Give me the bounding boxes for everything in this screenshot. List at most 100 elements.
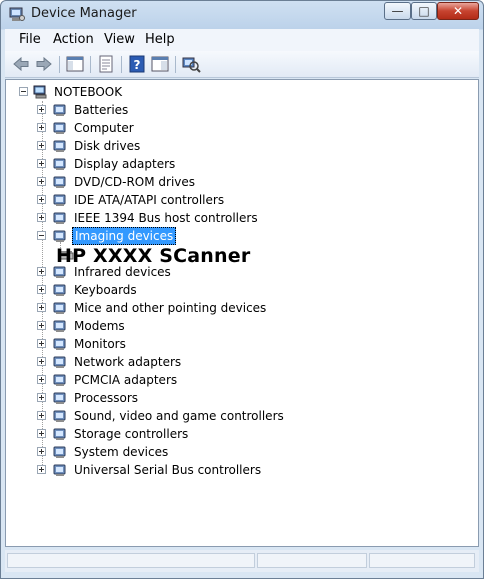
tree-category-batteries[interactable]: Batteries — [6, 101, 306, 119]
expand-toggle[interactable] — [37, 303, 46, 312]
menu-bar: File Action View Help — [5, 29, 479, 51]
tree-category-label: Sound, video and game controllers — [74, 409, 284, 423]
expand-toggle[interactable] — [37, 105, 46, 114]
expand-toggle[interactable] — [37, 213, 46, 222]
tree-category-ide-ata-atapi-controllers[interactable]: IDE ATA/ATAPI controllers — [6, 191, 306, 209]
system-devices-icon — [53, 446, 66, 458]
svg-text:?: ? — [134, 58, 141, 72]
toolbar-separator — [121, 56, 122, 73]
tree-category-label: Network adapters — [74, 355, 182, 369]
expand-toggle[interactable] — [37, 393, 46, 402]
expand-toggle[interactable] — [37, 195, 46, 204]
monitor-icon — [53, 338, 66, 350]
tree-category-label: Batteries — [74, 103, 129, 117]
forward-icon[interactable] — [34, 54, 54, 74]
computer-icon — [53, 122, 66, 134]
disk-drive-icon — [53, 140, 66, 152]
device-manager-icon — [9, 7, 25, 21]
storage-controller-icon — [53, 428, 66, 440]
expand-toggle[interactable] — [37, 159, 46, 168]
close-icon: ✕ — [452, 4, 464, 18]
collapse-toggle[interactable] — [37, 231, 46, 240]
menu-file[interactable]: File — [19, 32, 41, 47]
console-view-icon[interactable] — [150, 54, 170, 74]
tree-category-pcmcia-adapters[interactable]: PCMCIA adapters — [6, 371, 306, 389]
expand-toggle[interactable] — [37, 357, 46, 366]
tree-category-computer[interactable]: Computer — [6, 119, 306, 137]
tree-root-row[interactable]: NOTEBOOK — [6, 83, 206, 101]
usb-icon — [53, 464, 66, 476]
tree-category-label: Keyboards — [74, 283, 137, 297]
menu-view[interactable]: View — [104, 32, 135, 47]
network-adapter-icon — [53, 356, 66, 368]
tree-category-mice-and-other-pointing-devices[interactable]: Mice and other pointing devices — [6, 299, 306, 317]
expand-toggle[interactable] — [37, 267, 46, 276]
tree-category-universal-serial-bus-controllers[interactable]: Universal Serial Bus controllers — [6, 461, 306, 479]
keyboard-icon — [53, 284, 66, 296]
tree-category-disk-drives[interactable]: Disk drives — [6, 137, 306, 155]
tree-category-imaging-devices[interactable]: Imaging devices — [6, 227, 306, 245]
expand-toggle[interactable] — [37, 339, 46, 348]
tree-category-display-adapters[interactable]: Display adapters — [6, 155, 306, 173]
status-pane — [7, 553, 255, 568]
tree-category-modems[interactable]: Modems — [6, 317, 306, 335]
maximize-icon: □ — [418, 4, 430, 18]
tree-category-label: Processors — [74, 391, 139, 405]
tree-category-storage-controllers[interactable]: Storage controllers — [6, 425, 306, 443]
tree-category-label: Computer — [74, 121, 134, 135]
close-button[interactable]: ✕ — [437, 2, 479, 20]
status-pane — [257, 553, 367, 568]
tree-category-label: Universal Serial Bus controllers — [74, 463, 262, 477]
tree-category-label: DVD/CD-ROM drives — [74, 175, 196, 189]
tree-category-network-adapters[interactable]: Network adapters — [6, 353, 306, 371]
collapse-toggle[interactable] — [19, 87, 28, 96]
expand-toggle[interactable] — [37, 141, 46, 150]
speaker-icon — [53, 410, 66, 422]
expand-toggle[interactable] — [37, 321, 46, 330]
expand-toggle[interactable] — [37, 447, 46, 456]
scan-hardware-icon[interactable] — [181, 54, 201, 74]
display-adapter-icon — [53, 158, 66, 170]
expand-toggle[interactable] — [37, 177, 46, 186]
scanner-device-label[interactable]: HP XXXX SCanner — [56, 245, 250, 267]
toolbar-separator — [59, 56, 60, 73]
tree-category-monitors[interactable]: Monitors — [6, 335, 306, 353]
pcmcia-icon — [53, 374, 66, 386]
device-manager-window: Device Manager — □ ✕ File Action View He… — [0, 0, 484, 579]
computer-root-icon — [33, 85, 47, 99]
expand-toggle[interactable] — [37, 375, 46, 384]
toolbar-separator — [175, 56, 176, 73]
expand-toggle[interactable] — [37, 411, 46, 420]
modem-icon — [53, 320, 66, 332]
menu-help[interactable]: Help — [145, 32, 175, 47]
tree-category-processors[interactable]: Processors — [6, 389, 306, 407]
maximize-button[interactable]: □ — [411, 2, 437, 20]
expand-toggle[interactable] — [37, 285, 46, 294]
tree-category-system-devices[interactable]: System devices — [6, 443, 306, 461]
tree-category-keyboards[interactable]: Keyboards — [6, 281, 306, 299]
minimize-button[interactable]: — — [384, 2, 411, 20]
menu-action[interactable]: Action — [53, 32, 94, 47]
firewire-icon — [53, 212, 66, 224]
tree-category-label: Modems — [74, 319, 125, 333]
tree-category-sound-video-and-game-controllers[interactable]: Sound, video and game controllers — [6, 407, 306, 425]
scanner-icon — [53, 230, 66, 242]
expand-toggle[interactable] — [37, 465, 46, 474]
device-tree[interactable]: NOTEBOOK Batteries Computer Disk drives Dis… — [5, 79, 479, 547]
tree-category-label: Disk drives — [74, 139, 141, 153]
battery-icon — [53, 104, 66, 116]
title-bar[interactable]: Device Manager — □ ✕ — [1, 1, 483, 29]
toolbar: ? — [5, 51, 479, 78]
back-icon[interactable] — [11, 54, 31, 74]
tree-category-ieee-1394-bus-host-controllers[interactable]: IEEE 1394 Bus host controllers — [6, 209, 306, 227]
show-hide-tree-icon[interactable] — [65, 54, 85, 74]
properties-icon[interactable] — [96, 54, 116, 74]
tree-category-label: IDE ATA/ATAPI controllers — [74, 193, 225, 207]
tree-category-label: Display adapters — [74, 157, 176, 171]
help-icon[interactable]: ? — [127, 54, 147, 74]
tree-category-dvd-cd-rom-drives[interactable]: DVD/CD-ROM drives — [6, 173, 306, 191]
tree-category-label: Storage controllers — [74, 427, 189, 441]
expand-toggle[interactable] — [37, 429, 46, 438]
processor-icon — [53, 392, 66, 404]
expand-toggle[interactable] — [37, 123, 46, 132]
